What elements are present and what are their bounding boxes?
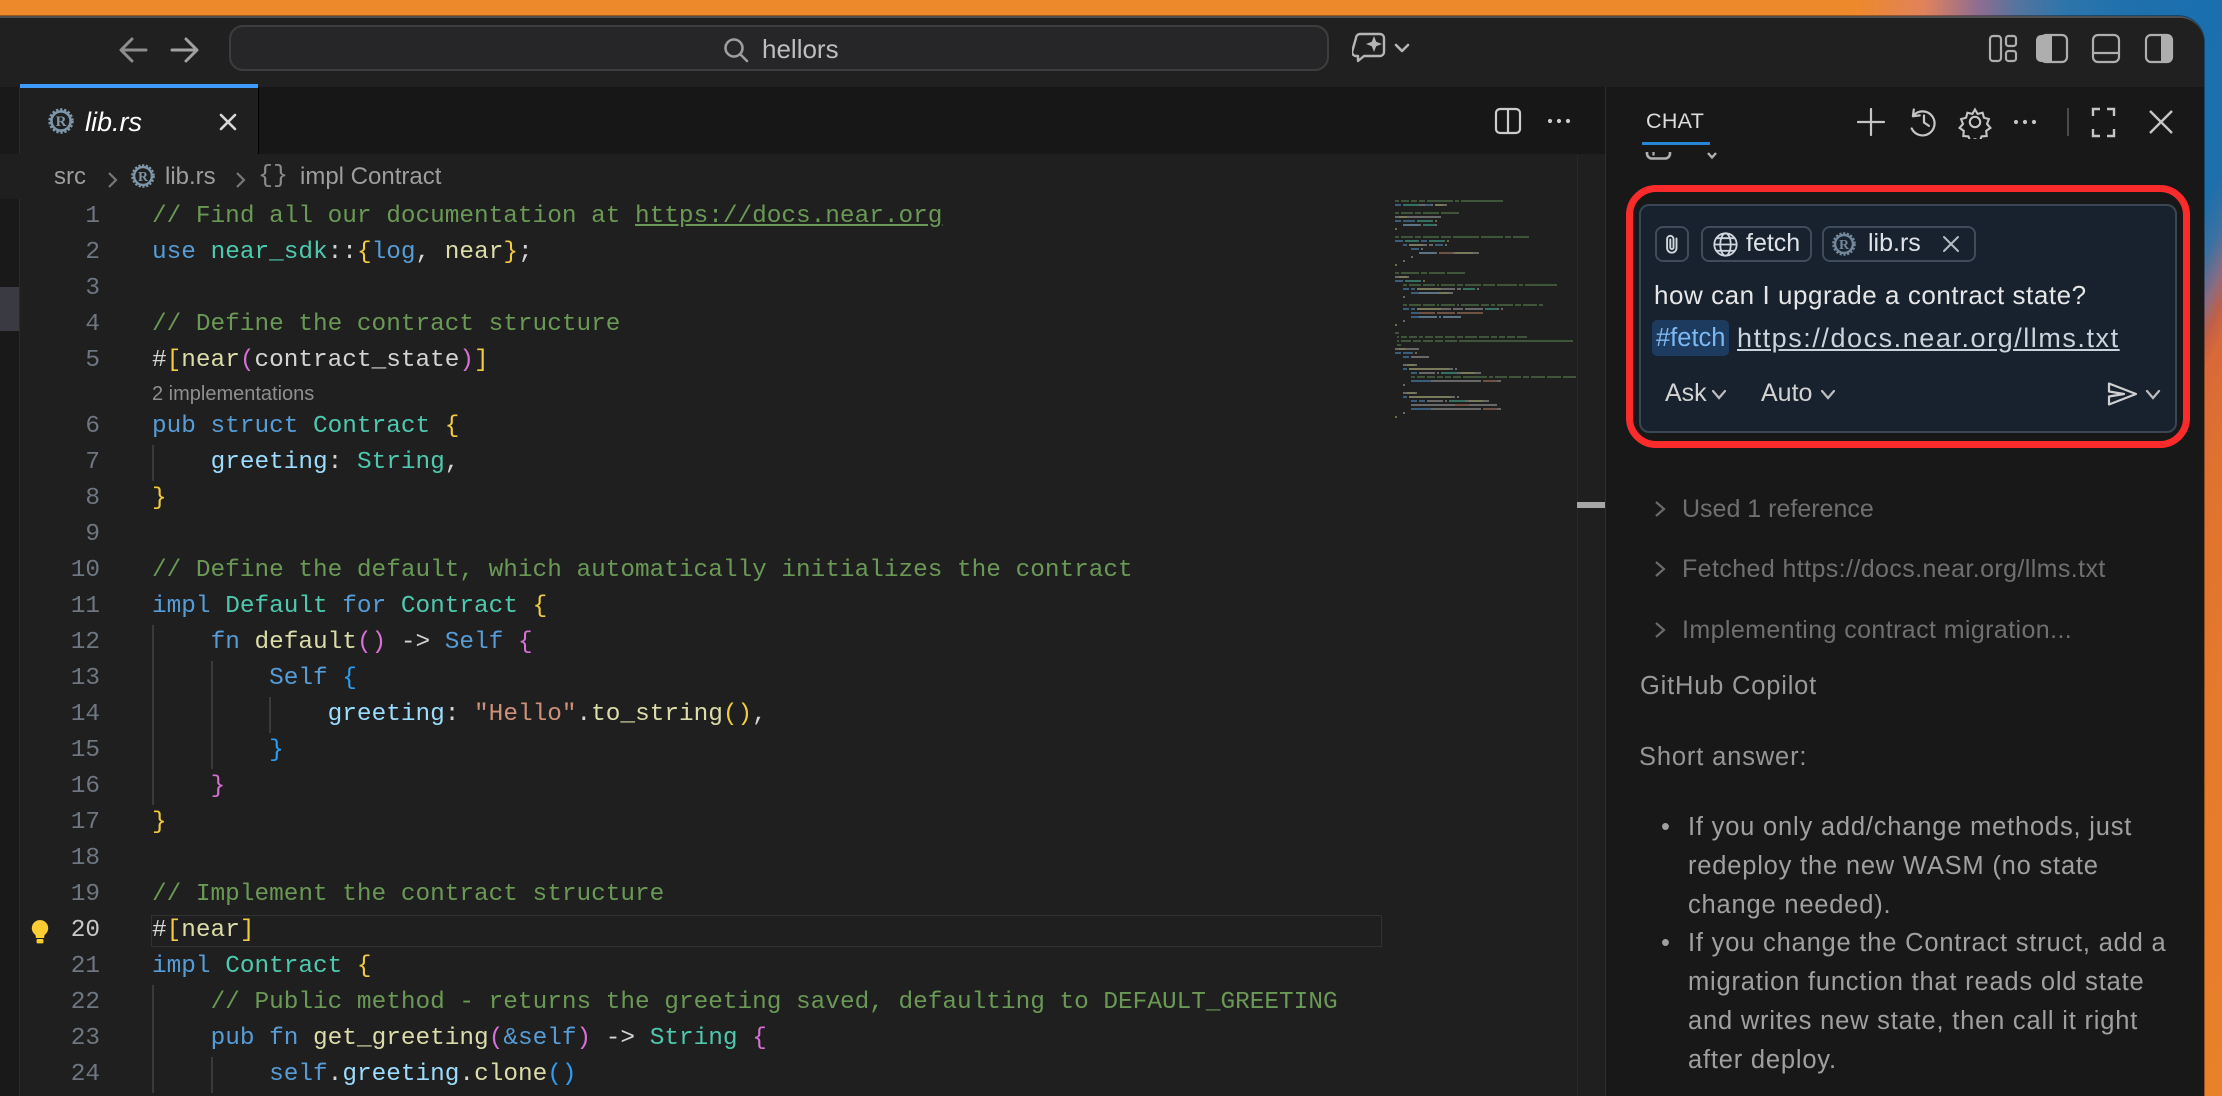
svg-text:R: R — [1839, 238, 1850, 253]
